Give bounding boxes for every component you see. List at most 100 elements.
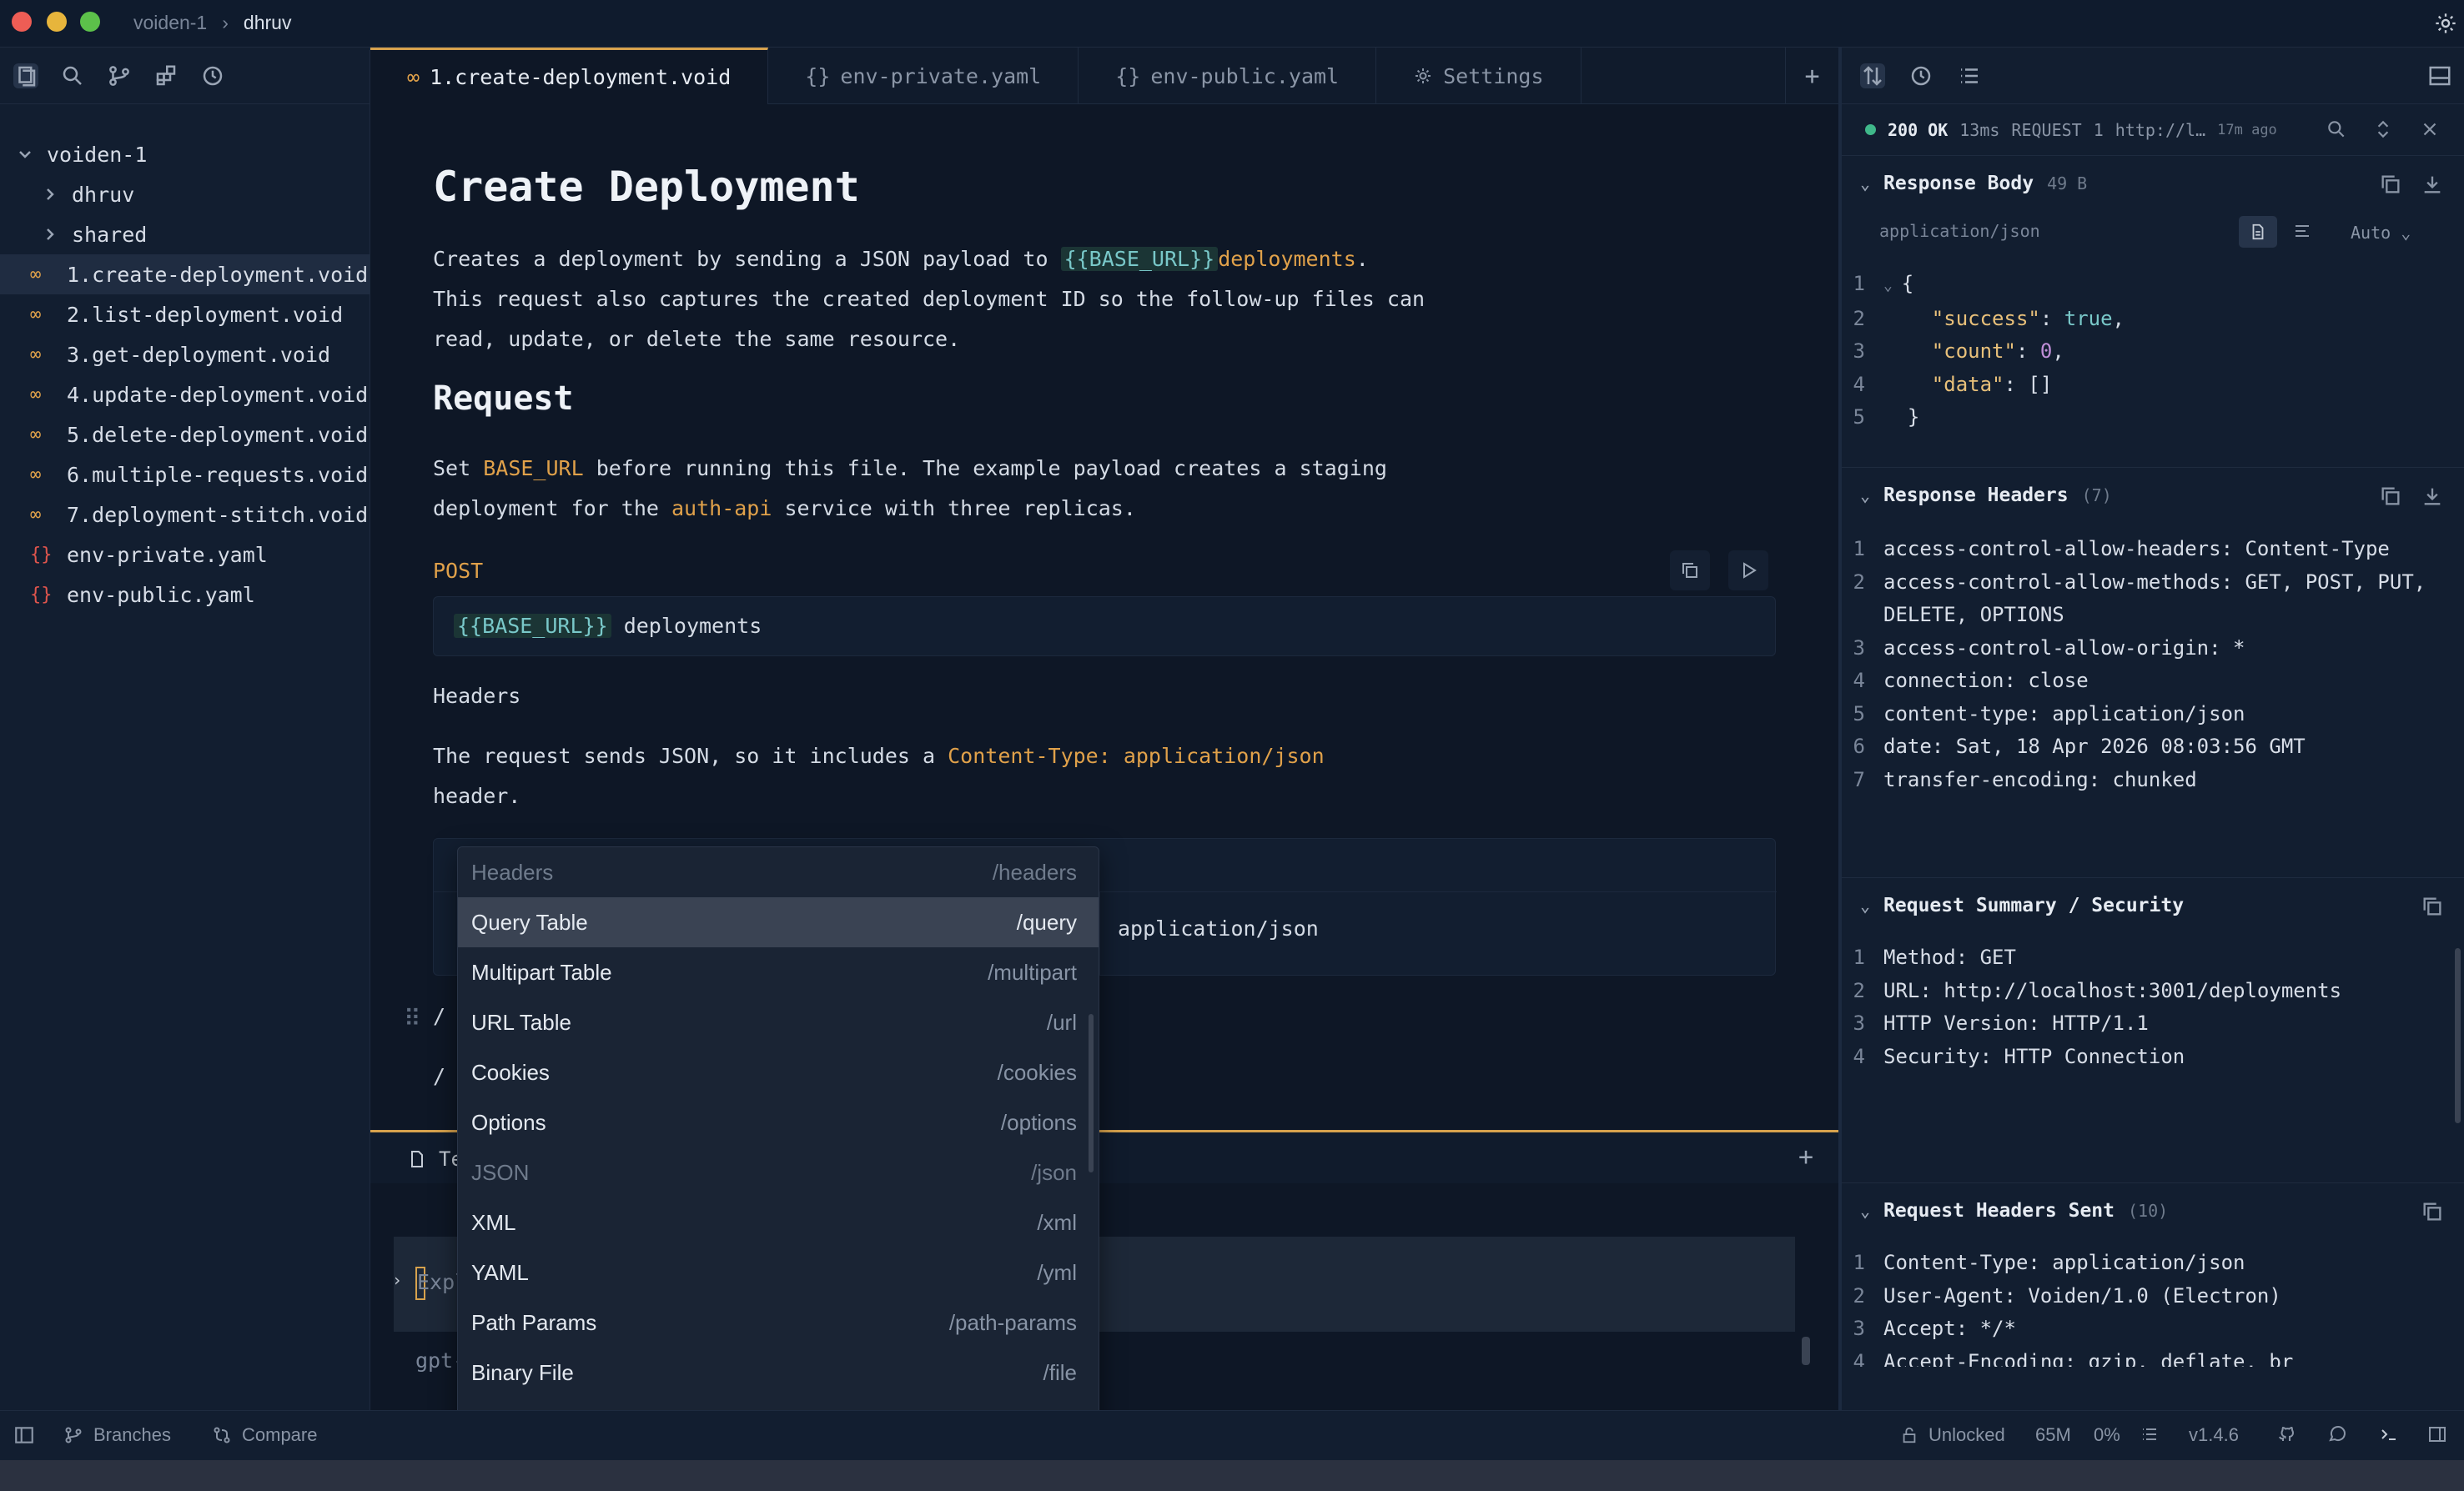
sidebar-item[interactable]: ∞ 2.list-deployment.void <box>0 294 370 334</box>
sidebar-item-label: 4.update-deployment.void <box>67 382 369 407</box>
chat-icon[interactable] <box>2327 1424 2347 1444</box>
code-line: 5 content-type: application/json <box>1842 698 2464 731</box>
menu-item[interactable]: URL Table/url <box>458 997 1099 1047</box>
branches-button[interactable]: Branches <box>63 1424 171 1446</box>
response-body-header[interactable]: ⌄ Response Body 49 B <box>1842 156 2464 211</box>
menu-item-command: /yml <box>1037 1259 1077 1285</box>
sidebar-toggle-icon[interactable] <box>13 1424 35 1446</box>
tab-settings[interactable]: Settings <box>1376 48 1581 104</box>
header-count: (10) <box>2128 1201 2169 1221</box>
compare-button[interactable]: Compare <box>212 1424 317 1446</box>
close-icon[interactable] <box>2419 118 2441 140</box>
request-url: http://l… <box>2115 119 2206 140</box>
files-icon[interactable] <box>13 63 38 88</box>
request-summary-header[interactable]: ⌄ Request Summary / Security <box>1842 878 2464 933</box>
breadcrumb-project[interactable]: voiden-1 <box>133 12 207 34</box>
format-select[interactable]: Auto ⌄ <box>2351 223 2411 243</box>
menu-item[interactable]: Multipart Table/multipart <box>458 947 1099 997</box>
menu-item[interactable]: Path Params/path-params <box>458 1298 1099 1348</box>
maximize-window-button[interactable] <box>80 12 100 32</box>
line-number: 2 <box>1853 570 1865 594</box>
sidebar-item[interactable]: ∞ 7.deployment-stitch.void <box>0 494 370 535</box>
menu-item[interactable]: Binary File/file <box>458 1348 1099 1398</box>
gear-icon[interactable] <box>2434 12 2457 35</box>
play-icon[interactable] <box>1728 550 1768 590</box>
terminal-icon[interactable] <box>2379 1424 2399 1444</box>
menu-item[interactable]: Query Table/query <box>458 897 1099 947</box>
sort-arrows-icon[interactable] <box>1860 63 1885 88</box>
menu-item[interactable]: YAML/yml <box>458 1248 1099 1298</box>
sidebar-item[interactable]: ∞ 1.create-deployment.void <box>0 254 370 294</box>
menu-item-command: /query <box>1016 909 1077 935</box>
sidebar-item[interactable]: ∞ 5.delete-deployment.void <box>0 414 370 454</box>
list-icon[interactable] <box>2140 1424 2160 1444</box>
response-scrollbar[interactable] <box>2455 948 2461 1123</box>
sidebar-item[interactable]: ∞ 6.multiple-requests.void <box>0 454 370 494</box>
history-icon[interactable] <box>1908 63 1933 88</box>
tab-env-private[interactable]: {} env-private.yaml <box>768 48 1079 104</box>
download-icon[interactable] <box>2421 173 2444 196</box>
slash-line-1[interactable]: / <box>433 997 445 1037</box>
request-headers-sent-header[interactable]: ⌄ Request Headers Sent (10) <box>1842 1183 2464 1238</box>
new-terminal-button[interactable]: + <box>1798 1142 1813 1172</box>
header-value-cell[interactable]: application/json <box>1118 909 1319 949</box>
sidebar-item[interactable]: ∞ 4.update-deployment.void <box>0 374 370 414</box>
git-branch-icon[interactable] <box>107 63 132 88</box>
menu-item[interactable]: Cookies/cookies <box>458 1047 1099 1097</box>
breadcrumb-folder[interactable]: dhruv <box>244 12 292 34</box>
sidebar-item[interactable]: {} env-private.yaml <box>0 535 370 575</box>
response-time: 13ms <box>1959 119 2000 140</box>
sidebar-item-label: 1.create-deployment.void <box>67 262 369 287</box>
slash-line-2[interactable]: / <box>433 1057 445 1097</box>
copy-icon[interactable] <box>2421 895 2444 918</box>
wrap-lines-icon[interactable] <box>2292 221 2312 241</box>
sidebar-item[interactable]: shared <box>0 214 370 254</box>
menu-item[interactable]: XML/xml <box>458 1197 1099 1248</box>
sidebar-item-label: shared <box>72 222 148 247</box>
copy-icon[interactable] <box>2379 484 2402 508</box>
response-headers-header[interactable]: ⌄ Response Headers (7) <box>1842 468 2464 523</box>
copy-icon[interactable] <box>2421 1200 2444 1223</box>
tab-env-public[interactable]: {} env-public.yaml <box>1079 48 1377 104</box>
panel-toggle-icon[interactable] <box>2427 1424 2447 1444</box>
sidebar-item[interactable]: {} env-public.yaml <box>0 575 370 615</box>
method-label[interactable]: POST <box>433 559 483 583</box>
code-line: 4 Security: HTTP Connection <box>1842 1041 2464 1074</box>
menu-item-command: /options <box>1000 1109 1077 1135</box>
header-count: (7) <box>2081 485 2112 505</box>
code-text: date: Sat, 18 Apr 2026 08:03:56 GMT <box>1883 735 2306 758</box>
drag-handle-icon[interactable]: ⠿ <box>404 1005 421 1032</box>
minimize-window-button[interactable] <box>47 12 67 32</box>
sidebar-item[interactable]: dhruv <box>0 174 370 214</box>
intro-paragraph: Creates a deployment by sending a JSON p… <box>433 239 1369 279</box>
title-bar: voiden-1 › dhruv <box>0 0 2464 48</box>
document-view-icon[interactable] <box>2239 216 2277 248</box>
terminal-tab[interactable]: Te <box>407 1147 463 1171</box>
sidebar-item[interactable]: ∞ 3.get-deployment.void <box>0 334 370 374</box>
tab-create-deployment[interactable]: ∞ 1.create-deployment.void <box>370 48 769 104</box>
expand-icon[interactable] <box>2372 118 2394 140</box>
list-icon[interactable] <box>1957 63 1982 88</box>
request-number: 1 <box>2093 119 2104 140</box>
menu-item[interactable]: JSON/json <box>458 1147 1099 1197</box>
close-window-button[interactable] <box>12 12 32 32</box>
panel-layout-icon[interactable] <box>2427 63 2452 88</box>
download-icon[interactable] <box>2421 484 2444 508</box>
new-tab-button[interactable]: + <box>1785 48 1838 104</box>
github-icon[interactable] <box>2277 1424 2297 1444</box>
search-icon[interactable] <box>60 63 85 88</box>
lock-status[interactable]: Unlocked <box>1900 1424 2005 1446</box>
request-summary-list: 1 Method: GET 2 URL: http://localhost:3001/… <box>1842 933 2464 1073</box>
menu-scrollbar[interactable] <box>1089 1014 1094 1172</box>
menu-item[interactable]: Options/options <box>458 1097 1099 1147</box>
menu-item[interactable]: Headers/headers <box>458 847 1099 897</box>
extensions-icon[interactable] <box>153 63 179 88</box>
url-input[interactable]: {{BASE_URL}} deployments <box>433 596 1776 656</box>
base-url-variable: {{BASE_URL}} <box>454 614 611 638</box>
sidebar-item[interactable]: voiden-1 <box>0 134 370 174</box>
search-icon[interactable] <box>2326 118 2347 140</box>
history-icon[interactable] <box>200 63 225 88</box>
terminal-scrollbar[interactable] <box>1802 1337 1810 1365</box>
copy-icon[interactable] <box>2379 173 2402 196</box>
copy-icon[interactable] <box>1670 550 1710 590</box>
